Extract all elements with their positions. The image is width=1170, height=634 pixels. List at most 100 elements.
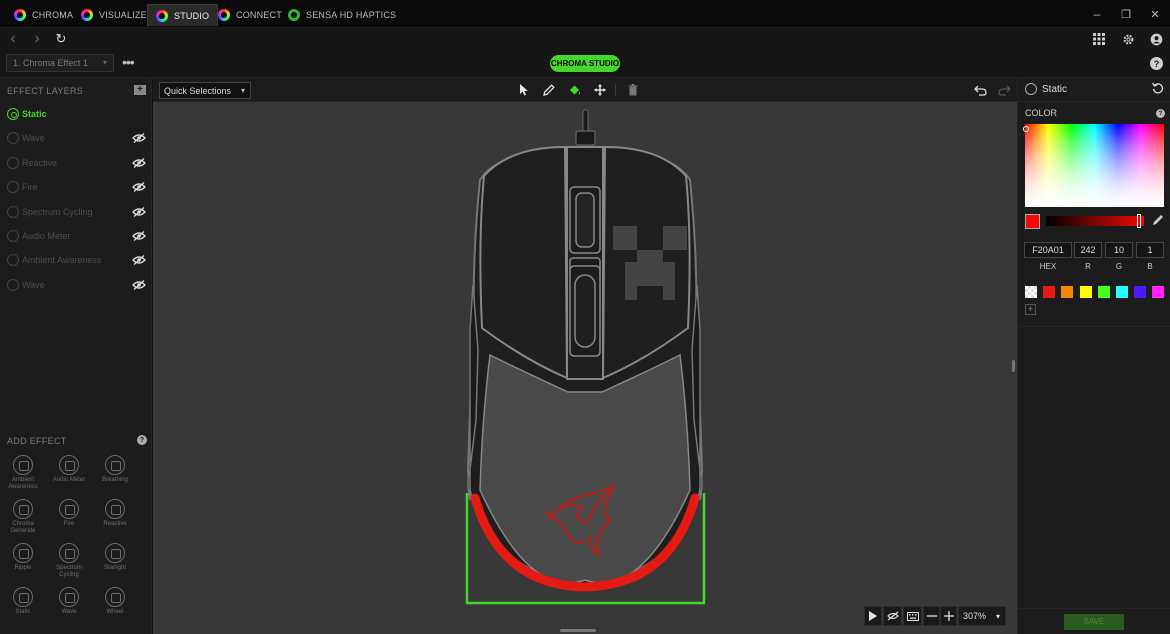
tab-chroma[interactable]: CHROMA xyxy=(6,4,81,26)
add-color-preset-button[interactable]: + xyxy=(1025,304,1036,315)
add-effect-item[interactable]: Wheel xyxy=(92,587,138,616)
zoom-level-dropdown[interactable]: 307% ▾ xyxy=(958,606,1006,626)
color-preset-swatch[interactable] xyxy=(1116,286,1128,298)
effect-layer-item[interactable]: Static xyxy=(0,102,152,126)
brightness-slider[interactable] xyxy=(1046,214,1144,228)
add-layer-button[interactable]: + xyxy=(134,85,146,95)
zoom-level-value: 307% xyxy=(963,611,987,621)
brightness-slider-handle[interactable] xyxy=(1137,214,1141,228)
eyedropper-icon[interactable] xyxy=(1152,215,1163,229)
quick-selections-dropdown[interactable]: Quick Selections ▾ xyxy=(159,82,251,99)
tab-haptics-label: SENSA HD HAPTICS xyxy=(306,10,397,20)
horizontal-scrollbar[interactable] xyxy=(560,629,596,632)
effect-layer-item[interactable]: Fire xyxy=(0,175,152,199)
gear-icon[interactable] xyxy=(1119,30,1137,48)
color-preset-swatch[interactable] xyxy=(1079,286,1092,298)
undo-icon[interactable] xyxy=(972,82,988,98)
tab-studio[interactable]: STUDIO xyxy=(147,4,219,26)
hex-input[interactable]: F20A01 xyxy=(1024,242,1072,258)
add-effect-item[interactable]: Audio Meter xyxy=(46,455,92,484)
close-button[interactable]: ✕ xyxy=(1146,5,1164,23)
color-preset-swatch[interactable] xyxy=(1097,286,1110,298)
effect-layer-label: Wave xyxy=(22,279,45,290)
pencil-tool[interactable] xyxy=(541,82,557,98)
color-preset-swatch[interactable] xyxy=(1043,286,1056,298)
zoom-out-button[interactable] xyxy=(923,606,940,626)
help-icon[interactable]: ? xyxy=(1150,57,1163,70)
add-effect-label-line: Awareness xyxy=(8,484,38,490)
add-effect-label-line: Ambient xyxy=(11,477,34,483)
color-help-icon[interactable]: ? xyxy=(1156,109,1165,118)
hidden-eye-icon[interactable] xyxy=(132,133,146,144)
add-effect-item[interactable]: Starlight xyxy=(92,543,138,572)
tab-sensa-hd-haptics[interactable]: SENSA HD HAPTICS xyxy=(280,4,404,26)
blue-input[interactable]: 1 xyxy=(1136,242,1164,258)
more-options-button[interactable]: ••• xyxy=(122,55,135,69)
reset-icon[interactable] xyxy=(1151,82,1164,97)
color-picker-cursor[interactable] xyxy=(1023,126,1029,132)
add-effect-item[interactable]: Breathing xyxy=(92,455,138,484)
effect-layer-item[interactable]: Spectrum Cycling xyxy=(0,200,152,224)
effect-icon xyxy=(59,455,79,475)
select-cursor-tool[interactable] xyxy=(516,82,532,98)
add-effect-item[interactable]: Ripple xyxy=(0,543,46,572)
apps-grid-icon[interactable] xyxy=(1090,30,1108,48)
add-effect-item[interactable]: Ambient Awareness xyxy=(0,455,46,491)
play-button[interactable] xyxy=(864,606,882,626)
transparent-swatch[interactable] xyxy=(1025,286,1037,298)
hidden-eye-icon[interactable] xyxy=(132,206,146,217)
right-panel-divider xyxy=(1018,326,1170,327)
chroma-effect-select[interactable]: 1. Chroma Effect 1 ▾ xyxy=(6,54,114,72)
tab-connect[interactable]: CONNECT xyxy=(210,4,290,26)
hide-visibility-icon[interactable] xyxy=(883,606,902,626)
effect-layer-label: Static xyxy=(22,109,47,119)
back-button[interactable]: ‹ xyxy=(4,30,22,48)
refresh-button[interactable]: ↻ xyxy=(52,30,70,48)
zoom-in-button[interactable] xyxy=(940,606,957,626)
tab-chroma-label: CHROMA xyxy=(32,10,74,20)
minimize-button[interactable]: – xyxy=(1088,5,1106,23)
effect-layer-item[interactable]: Ambient Awareness xyxy=(0,248,152,272)
connect-icon xyxy=(218,9,230,21)
forward-button[interactable]: › xyxy=(28,30,46,48)
hidden-eye-icon[interactable] xyxy=(132,157,146,168)
delete-trash-icon[interactable] xyxy=(625,82,641,98)
save-button[interactable]: SAVE xyxy=(1064,614,1124,630)
add-effect-item[interactable]: Fire xyxy=(46,499,92,528)
fill-bucket-tool[interactable] xyxy=(566,82,582,98)
effect-icon xyxy=(105,543,125,563)
green-input[interactable]: 10 xyxy=(1105,242,1133,258)
device-canvas[interactable] xyxy=(153,102,1017,634)
redo-icon[interactable] xyxy=(996,82,1012,98)
hidden-eye-icon[interactable] xyxy=(132,231,146,241)
add-effect-help-icon[interactable]: ? xyxy=(137,435,147,445)
effect-layer-item[interactable]: Audio Meter xyxy=(0,224,152,248)
color-picker-spectrum[interactable] xyxy=(1023,124,1164,207)
red-input[interactable]: 242 xyxy=(1074,242,1102,258)
add-effect-item[interactable]: Reactive xyxy=(92,499,138,528)
add-effect-title: ADD EFFECT xyxy=(7,436,67,446)
effect-layer-item[interactable]: Wave xyxy=(0,273,152,297)
effect-icon xyxy=(105,455,125,475)
effect-layer-item[interactable]: Wave xyxy=(0,126,152,150)
keyboard-icon[interactable] xyxy=(903,606,922,626)
effect-layer-item[interactable]: Reactive xyxy=(0,151,152,175)
hidden-eye-icon[interactable] xyxy=(132,182,146,193)
color-preset-swatch[interactable] xyxy=(1152,286,1165,298)
color-preset-swatch[interactable] xyxy=(1061,286,1074,298)
vertical-scrollbar[interactable] xyxy=(1012,360,1015,372)
add-effect-label-line: Breathing xyxy=(102,477,128,483)
add-effect-item[interactable]: Static xyxy=(0,587,46,616)
restore-button[interactable]: ❐ xyxy=(1117,5,1135,23)
red-label: R xyxy=(1085,262,1091,271)
move-tool[interactable] xyxy=(592,82,608,98)
add-effect-item[interactable]: Wave xyxy=(46,587,92,616)
add-effect-label: Wheel xyxy=(92,609,138,616)
user-avatar-icon[interactable] xyxy=(1147,30,1165,48)
hidden-eye-icon[interactable] xyxy=(132,255,146,266)
hidden-eye-icon[interactable] xyxy=(132,279,146,290)
layer-effect-icon xyxy=(7,156,19,169)
add-effect-item[interactable]: Spectrum Cycling xyxy=(46,543,92,579)
color-preset-swatch[interactable] xyxy=(1134,286,1147,298)
add-effect-item[interactable]: Chroma Generate xyxy=(0,499,46,535)
